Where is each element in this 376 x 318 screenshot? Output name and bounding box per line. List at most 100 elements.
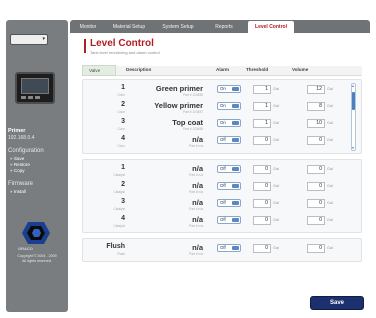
table-row: 4 Catalyst n/a Part # n/a Off 0 Gal 0 Gal bbox=[83, 215, 353, 231]
device-button-icon bbox=[28, 96, 33, 99]
part-number: Part # n/a bbox=[189, 224, 203, 228]
threshold-input[interactable]: 0 bbox=[253, 216, 271, 225]
column-header-valve[interactable]: Valve bbox=[82, 65, 116, 76]
alarm-toggle[interactable]: Off bbox=[217, 136, 241, 144]
valve-type: Color bbox=[117, 110, 125, 114]
scrollbar-thumb[interactable] bbox=[352, 92, 355, 110]
toggle-knob-icon bbox=[232, 87, 239, 91]
threshold-input[interactable]: 0 bbox=[253, 182, 271, 191]
alarm-toggle[interactable]: Off bbox=[217, 199, 241, 207]
threshold-input[interactable]: 0 bbox=[253, 244, 271, 253]
valve-type: Catalyst bbox=[113, 224, 125, 228]
level-group: 1 Color Green primer Part # 123456 On 1 Gal 12 G… bbox=[82, 79, 362, 154]
valve-type: Catalyst bbox=[113, 190, 125, 194]
alarm-toggle[interactable]: Off bbox=[217, 216, 241, 224]
tab-monitor[interactable]: Monitor bbox=[74, 21, 102, 33]
volume-input[interactable]: 8 bbox=[307, 102, 325, 111]
volume-input[interactable]: 0 bbox=[307, 244, 325, 253]
scroll-up-icon[interactable]: ▴ bbox=[352, 84, 354, 88]
logo-text: GRACO bbox=[18, 246, 33, 251]
volume-unit: Gal bbox=[327, 121, 333, 125]
volume-input[interactable]: 0 bbox=[307, 199, 325, 208]
threshold-unit: Gal bbox=[273, 138, 279, 142]
volume-unit: Gal bbox=[327, 184, 333, 188]
valve-type: Color bbox=[117, 127, 125, 131]
table-row: 2 Catalyst n/a Part # n/a Off 0 Gal 0 Gal bbox=[83, 181, 353, 197]
volume-unit: Gal bbox=[327, 246, 333, 250]
toggle-knob-icon bbox=[232, 218, 239, 222]
config-copy-link[interactable]: » Copy bbox=[10, 168, 25, 173]
config-save-link[interactable]: » Save bbox=[10, 156, 24, 161]
threshold-input[interactable]: 1 bbox=[253, 102, 271, 111]
graco-logo-icon bbox=[22, 222, 50, 244]
scrollbar[interactable]: ▴ ▾ bbox=[351, 83, 356, 151]
table-row: 2 Color Yellow primer Part # 123457 On 1 Gal 8 G… bbox=[83, 101, 353, 117]
device-button-icon bbox=[35, 96, 40, 99]
volume-input[interactable]: 12 bbox=[307, 85, 325, 94]
threshold-unit: Gal bbox=[273, 246, 279, 250]
toggle-knob-icon bbox=[232, 184, 239, 188]
valve-type: Flush bbox=[117, 252, 125, 256]
tab-material-setup[interactable]: Material Setup bbox=[106, 21, 152, 33]
part-number: Part # n/a bbox=[189, 173, 203, 177]
alarm-toggle[interactable]: Off bbox=[217, 182, 241, 190]
alarm-toggle[interactable]: On bbox=[217, 85, 241, 93]
volume-input[interactable]: 0 bbox=[307, 216, 325, 225]
threshold-unit: Gal bbox=[273, 167, 279, 171]
toggle-knob-icon bbox=[232, 167, 239, 171]
tab-level-control[interactable]: Level Control bbox=[248, 21, 294, 33]
copyright-line: Copyright © 2004 - 2009 bbox=[17, 254, 57, 258]
threshold-unit: Gal bbox=[273, 104, 279, 108]
threshold-input[interactable]: 0 bbox=[253, 136, 271, 145]
alarm-toggle[interactable]: Off bbox=[217, 165, 241, 173]
material-description: n/a bbox=[192, 181, 203, 190]
volume-unit: Gal bbox=[327, 167, 333, 171]
copyright-line: All rights reserved. bbox=[22, 259, 52, 263]
valve-number: 2 bbox=[121, 101, 125, 108]
threshold-input[interactable]: 0 bbox=[253, 199, 271, 208]
tab-bar: Monitor Material Setup System Setup Repo… bbox=[70, 20, 370, 33]
volume-unit: Gal bbox=[327, 218, 333, 222]
config-restore-link[interactable]: » Restore bbox=[10, 162, 30, 167]
threshold-input[interactable]: 0 bbox=[253, 165, 271, 174]
alarm-state: On bbox=[220, 103, 226, 108]
valve-type: Color bbox=[117, 144, 125, 148]
tab-reports[interactable]: Reports bbox=[204, 21, 244, 33]
volume-input[interactable]: 0 bbox=[307, 136, 325, 145]
valve-type: Catalyst bbox=[113, 207, 125, 211]
save-button[interactable]: Save bbox=[310, 296, 364, 310]
threshold-input[interactable]: 1 bbox=[253, 119, 271, 128]
part-number: Part # 123457 bbox=[182, 110, 203, 114]
part-number: Part # 123456 bbox=[182, 93, 203, 97]
alarm-toggle[interactable]: On bbox=[217, 119, 241, 127]
tab-system-setup[interactable]: System Setup bbox=[156, 21, 200, 33]
toggle-knob-icon bbox=[232, 121, 239, 125]
alarm-state: Off bbox=[220, 137, 226, 142]
volume-input[interactable]: 0 bbox=[307, 182, 325, 191]
volume-input[interactable]: 0 bbox=[307, 165, 325, 174]
scroll-down-icon[interactable]: ▾ bbox=[352, 146, 354, 150]
threshold-input[interactable]: 1 bbox=[253, 85, 271, 94]
language-select[interactable]: ▾ bbox=[10, 34, 48, 45]
alarm-toggle[interactable]: Off bbox=[217, 244, 241, 252]
alarm-toggle[interactable]: On bbox=[217, 102, 241, 110]
toggle-knob-icon bbox=[232, 104, 239, 108]
valve-number: 1 bbox=[121, 84, 125, 91]
part-number: Part # 123458 bbox=[182, 127, 203, 131]
toggle-knob-icon bbox=[232, 201, 239, 205]
firmware-title: Firmware bbox=[8, 181, 33, 187]
valve-type: Color bbox=[117, 93, 125, 97]
device-button-icon bbox=[21, 96, 26, 99]
threshold-unit: Gal bbox=[273, 87, 279, 91]
valve-number: 3 bbox=[121, 198, 125, 205]
device-icon bbox=[15, 72, 55, 104]
volume-input[interactable]: 10 bbox=[307, 119, 325, 128]
threshold-unit: Gal bbox=[273, 184, 279, 188]
table-row: 1 Color Green primer Part # 123456 On 1 Gal 12 G… bbox=[83, 84, 353, 100]
alarm-state: On bbox=[220, 120, 226, 125]
firmware-install-link[interactable]: » Install bbox=[10, 189, 26, 194]
table-row: 3 Color Top coat Part # 123458 On 1 Gal 10 Gal bbox=[83, 118, 353, 134]
table-row: 1 Catalyst n/a Part # n/a Off 0 Gal 0 Gal bbox=[83, 164, 353, 180]
alarm-state: Off bbox=[220, 183, 226, 188]
table-row: Flush Flush n/a Part # n/a Off 0 Gal 0 Gal bbox=[83, 243, 353, 259]
